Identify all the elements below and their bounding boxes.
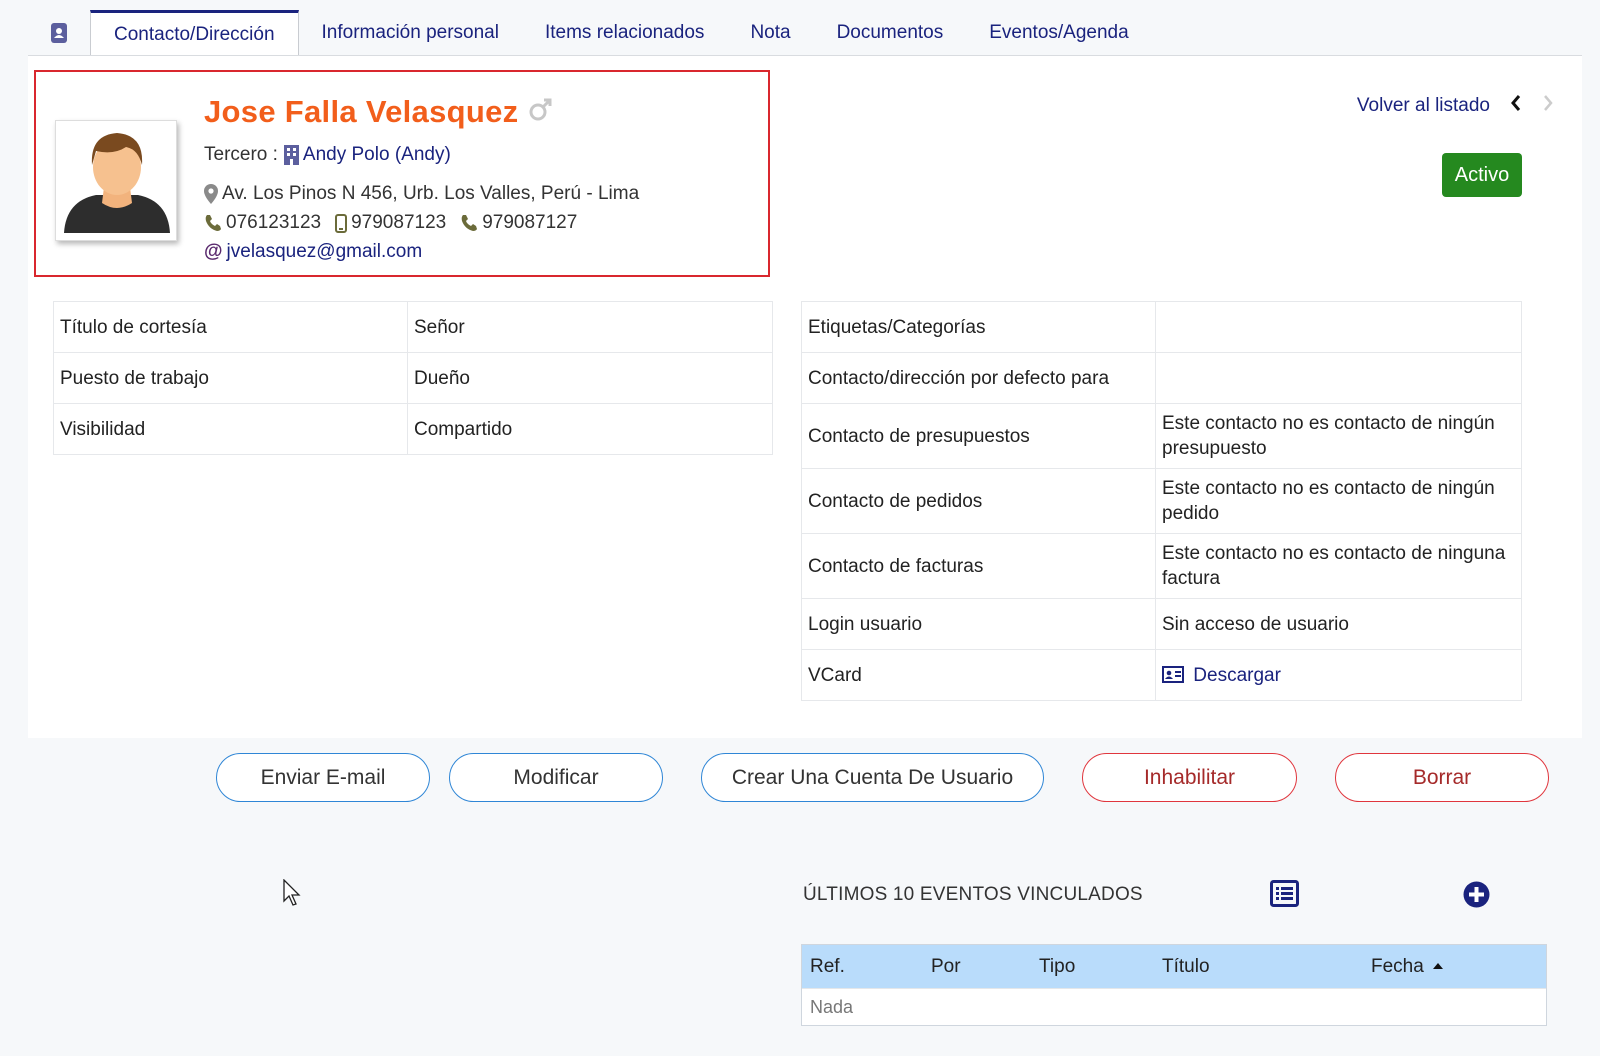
table-row: Visibilidad Compartido	[53, 403, 773, 455]
third-party-link[interactable]: Andy Polo (Andy)	[303, 144, 451, 166]
empty-row: Nada	[802, 988, 1546, 1025]
tab-related-items[interactable]: Items relacionados	[522, 10, 727, 56]
mouse-cursor-icon	[283, 878, 301, 913]
column-header-date[interactable]: Fecha	[1371, 956, 1444, 978]
table-row: Título de cortesía Señor	[53, 301, 773, 353]
table-row: Contacto de presupuestos Este contacto n…	[801, 403, 1522, 469]
field-value	[1155, 352, 1522, 404]
vcard-download-link[interactable]: Descargar	[1193, 665, 1281, 686]
tab-personal-info[interactable]: Información personal	[299, 10, 522, 56]
field-label: Título de cortesía	[53, 301, 408, 353]
male-icon	[528, 96, 554, 128]
column-header-date-label: Fecha	[1371, 956, 1424, 977]
contact-card: Jose Falla Velasquez Tercero : Andy Polo…	[28, 56, 1582, 738]
field-label: VCard	[801, 649, 1156, 701]
table-row: VCard Descargar	[801, 649, 1522, 701]
third-party-label: Tercero :	[204, 144, 278, 165]
field-value: Dueño	[407, 352, 773, 404]
right-info-table: Etiquetas/Categorías Contacto/dirección …	[801, 301, 1522, 701]
vcard-icon	[1162, 665, 1184, 683]
tab-bar: Contacto/Dirección Información personal …	[28, 10, 1580, 56]
contact-name-row: Jose Falla Velasquez	[204, 94, 554, 130]
phone-icon	[460, 214, 478, 232]
column-header-title[interactable]: Título	[1162, 956, 1210, 978]
email-line: @ jvelasquez@gmail.com	[204, 241, 422, 263]
field-value: Descargar	[1155, 649, 1522, 701]
avatar	[55, 120, 177, 241]
table-row: Etiquetas/Categorías	[801, 301, 1522, 353]
field-value: Este contacto no es contacto de ningún p…	[1155, 468, 1522, 534]
field-label: Contacto de pedidos	[801, 468, 1156, 534]
address-line: Av. Los Pinos N 456, Urb. Los Valles, Pe…	[204, 183, 639, 205]
events-table-header: Ref. Por Tipo Título Fecha	[802, 945, 1546, 988]
field-value: Señor	[407, 301, 773, 353]
tab-note[interactable]: Nota	[727, 10, 813, 56]
table-row: Contacto/dirección por defecto para	[801, 352, 1522, 404]
phones-line: 076123123 979087123 979087127	[204, 212, 577, 234]
table-row: Contacto de facturas Este contacto no es…	[801, 533, 1522, 599]
mobile-icon	[335, 213, 348, 233]
phone-office[interactable]: 076123123	[226, 212, 321, 234]
at-icon: @	[204, 241, 223, 262]
field-value	[1155, 301, 1522, 353]
phone-other[interactable]: 979087127	[482, 212, 577, 234]
address: Av. Los Pinos N 456, Urb. Los Valles, Pe…	[222, 183, 640, 204]
table-row: Puesto de trabajo Dueño	[53, 352, 773, 404]
phone-icon	[204, 214, 222, 232]
column-header-ref[interactable]: Ref.	[810, 956, 845, 978]
email-link[interactable]: jvelasquez@gmail.com	[227, 241, 423, 263]
send-email-button[interactable]: Enviar E-mail	[216, 753, 430, 802]
events-table: Ref. Por Tipo Título Fecha Nada	[801, 944, 1547, 1026]
sort-asc-icon	[1432, 962, 1444, 970]
field-label: Contacto de presupuestos	[801, 403, 1156, 469]
table-row: Login usuario Sin acceso de usuario	[801, 598, 1522, 650]
building-icon	[283, 145, 299, 165]
field-value: Compartido	[407, 403, 773, 455]
delete-button[interactable]: Borrar	[1335, 753, 1549, 802]
field-label: Visibilidad	[53, 403, 408, 455]
field-value: Sin acceso de usuario	[1155, 598, 1522, 650]
field-value: Este contacto no es contacto de ninguna …	[1155, 533, 1522, 599]
field-label: Puesto de trabajo	[53, 352, 408, 404]
contact-name: Jose Falla Velasquez	[204, 94, 519, 129]
column-header-type[interactable]: Tipo	[1039, 956, 1075, 978]
chevron-right-icon	[1542, 94, 1554, 118]
field-value: Este contacto no es contacto de ningún p…	[1155, 403, 1522, 469]
map-marker-icon	[204, 184, 218, 204]
tab-events-agenda[interactable]: Eventos/Agenda	[966, 10, 1151, 56]
field-label: Etiquetas/Categorías	[801, 301, 1156, 353]
field-label: Contacto/dirección por defecto para	[801, 352, 1156, 404]
chevron-left-icon[interactable]	[1510, 94, 1522, 118]
events-section-title: ÚLTIMOS 10 EVENTOS VINCULADOS	[803, 884, 1143, 905]
table-row: Contacto de pedidos Este contacto no es …	[801, 468, 1522, 534]
field-label: Contacto de facturas	[801, 533, 1156, 599]
field-label: Login usuario	[801, 598, 1156, 650]
status-badge: Activo	[1442, 153, 1522, 197]
contact-header: Jose Falla Velasquez Tercero : Andy Polo…	[34, 70, 770, 277]
left-info-table: Título de cortesía Señor Puesto de traba…	[53, 301, 773, 455]
tab-documents[interactable]: Documentos	[814, 10, 967, 56]
list-view-icon[interactable]	[1270, 880, 1299, 913]
third-party-line: Tercero : Andy Polo (Andy)	[204, 144, 451, 166]
tab-contact-address[interactable]: Contacto/Dirección	[90, 10, 299, 56]
contact-card-icon[interactable]	[28, 10, 90, 56]
modify-button[interactable]: Modificar	[449, 753, 663, 802]
back-to-list-link[interactable]: Volver al listado	[1357, 95, 1490, 117]
record-navigation: Volver al listado	[1357, 94, 1554, 118]
disable-button[interactable]: Inhabilitar	[1082, 753, 1297, 802]
column-header-by[interactable]: Por	[931, 956, 961, 978]
phone-mobile[interactable]: 979087123	[351, 212, 446, 234]
create-user-account-button[interactable]: Crear Una Cuenta De Usuario	[701, 753, 1044, 802]
add-event-icon[interactable]	[1463, 881, 1490, 914]
